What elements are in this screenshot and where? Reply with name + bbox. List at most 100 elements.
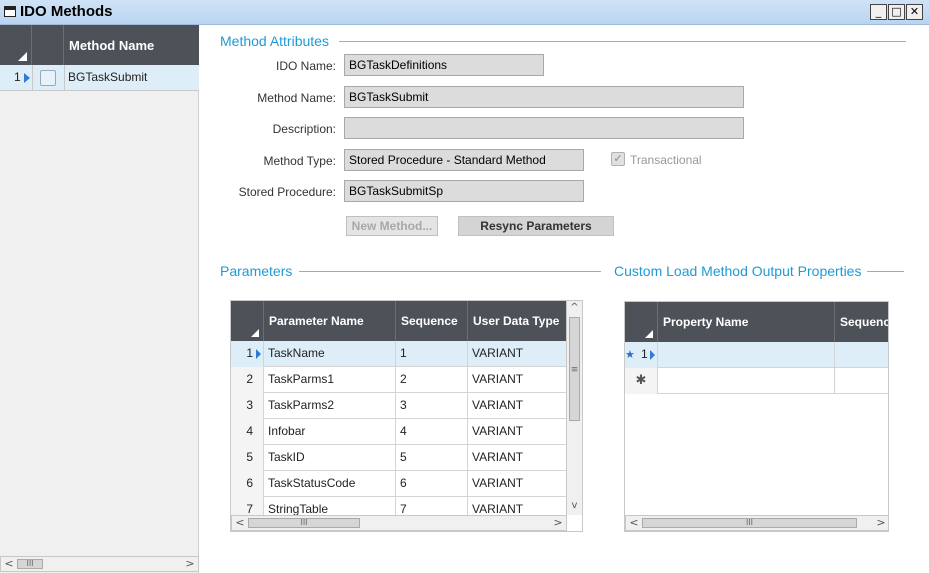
user-data-type-cell[interactable]: VARIANT — [468, 341, 567, 367]
table-row[interactable]: 1 TaskName 1 VARIANT — [231, 341, 567, 367]
current-row-arrow-icon — [650, 350, 655, 360]
method-name-label: Method Name: — [257, 91, 336, 105]
row-number: 2 — [231, 367, 264, 393]
window-icon — [4, 6, 16, 17]
scroll-right-arrow-icon[interactable]: > — [873, 516, 888, 530]
section-divider — [867, 271, 904, 272]
transactional-label: Transactional — [630, 153, 702, 167]
new-record-asterisk-icon: ✱ — [635, 373, 647, 388]
property-name-cell[interactable] — [658, 368, 835, 394]
row-number: 4 — [231, 419, 264, 445]
current-record-star-icon: ★ — [625, 348, 635, 361]
sequence-column-header[interactable]: Sequence — [835, 302, 888, 342]
scroll-up-arrow-icon[interactable]: ^ — [567, 301, 582, 315]
window-title: IDO Methods — [20, 3, 113, 20]
table-row[interactable]: ✱ — [625, 368, 888, 394]
sequence-cell[interactable]: 6 — [396, 471, 468, 497]
parameters-grid-header: Parameter Name Sequence User Data Type — [231, 301, 567, 341]
parameters-horizontal-scrollbar[interactable]: < III > — [231, 515, 567, 531]
scroll-left-arrow-icon[interactable]: < — [232, 516, 248, 530]
user-data-type-cell[interactable]: VARIANT — [468, 367, 567, 393]
transactional-checkbox[interactable]: ✓ — [611, 152, 625, 166]
scroll-right-arrow-icon[interactable]: > — [550, 516, 566, 530]
select-all-corner[interactable] — [625, 302, 658, 342]
method-type-label: Method Type: — [263, 154, 337, 168]
ido-name-label: IDO Name: — [275, 59, 336, 73]
scroll-left-arrow-icon[interactable]: < — [626, 516, 642, 530]
scroll-thumb[interactable]: III — [248, 518, 360, 528]
stored-procedure-field[interactable]: BGTaskSubmitSp — [344, 180, 584, 202]
sequence-cell[interactable]: 5 — [396, 445, 468, 471]
user-data-type-cell[interactable]: VARIANT — [468, 393, 567, 419]
table-row[interactable]: 3 TaskParms2 3 VARIANT — [231, 393, 567, 419]
parameter-name-cell[interactable]: TaskParms2 — [264, 393, 396, 419]
row-number: 6 — [231, 471, 264, 497]
scroll-down-arrow-icon[interactable]: v — [567, 499, 582, 513]
scroll-thumb[interactable]: ≡ — [569, 317, 580, 421]
scroll-right-arrow-icon[interactable]: > — [182, 557, 198, 571]
ido-name-field[interactable]: BGTaskDefinitions — [344, 54, 544, 76]
description-label: Description: — [272, 122, 336, 136]
sequence-cell[interactable]: 2 — [396, 367, 468, 393]
row-number: 1 — [14, 70, 21, 84]
parameters-grid: Parameter Name Sequence User Data Type 1… — [230, 300, 583, 532]
parameter-name-cell[interactable]: Infobar — [264, 419, 396, 445]
select-all-corner[interactable] — [0, 25, 32, 65]
window-controls: _ □ ✕ — [870, 4, 923, 20]
restore-button[interactable]: □ — [888, 4, 905, 20]
checkbox-column-header — [32, 25, 64, 65]
custom-load-horizontal-scrollbar[interactable]: < III > — [625, 515, 888, 531]
property-name-column-header[interactable]: Property Name — [658, 302, 835, 342]
custom-load-grid-header: Property Name Sequence — [625, 302, 888, 342]
sequence-cell[interactable]: 3 — [396, 393, 468, 419]
current-row-arrow-icon — [24, 73, 30, 83]
method-name-cell[interactable]: BGTaskSubmit — [68, 70, 147, 84]
select-all-corner[interactable] — [231, 301, 264, 341]
method-attributes-title: Method Attributes — [220, 33, 329, 49]
scroll-left-arrow-icon[interactable]: < — [1, 557, 17, 571]
row-number: 1 — [641, 347, 648, 361]
parameter-name-cell[interactable]: TaskID — [264, 445, 396, 471]
user-data-type-column-header[interactable]: User Data Type — [468, 301, 567, 341]
methods-horizontal-scrollbar[interactable]: < III > — [0, 556, 199, 572]
row-number: 3 — [231, 393, 264, 419]
method-type-field[interactable]: Stored Procedure - Standard Method — [344, 149, 584, 171]
row-number: 5 — [231, 445, 264, 471]
parameters-vertical-scrollbar[interactable]: ^ ≡ v — [566, 301, 582, 515]
parameter-name-cell[interactable]: TaskParms1 — [264, 367, 396, 393]
parameters-title: Parameters — [220, 263, 293, 279]
sequence-cell[interactable]: 4 — [396, 419, 468, 445]
table-row[interactable]: 4 Infobar 4 VARIANT — [231, 419, 567, 445]
user-data-type-cell[interactable]: VARIANT — [468, 445, 567, 471]
methods-grid-row[interactable]: 1 BGTaskSubmit — [0, 65, 199, 91]
parameter-name-cell[interactable]: TaskStatusCode — [264, 471, 396, 497]
table-row[interactable]: 2 TaskParms1 2 VARIANT — [231, 367, 567, 393]
sequence-cell[interactable]: 1 — [396, 341, 468, 367]
description-field[interactable] — [344, 117, 744, 139]
sequence-column-header[interactable]: Sequence — [396, 301, 468, 341]
method-name-column-header[interactable]: Method Name — [69, 38, 154, 53]
current-row-arrow-icon — [256, 349, 261, 359]
parameter-name-column-header[interactable]: Parameter Name — [264, 301, 396, 341]
row-checkbox[interactable] — [40, 70, 56, 86]
method-name-field[interactable]: BGTaskSubmit — [344, 86, 744, 108]
table-row[interactable]: 5 TaskID 5 VARIANT — [231, 445, 567, 471]
custom-load-title: Custom Load Method Output Properties — [614, 263, 862, 279]
parameter-name-cell[interactable]: TaskName — [264, 341, 396, 367]
sequence-cell[interactable] — [835, 342, 888, 368]
resync-parameters-button[interactable]: Resync Parameters — [458, 216, 614, 236]
scroll-thumb[interactable]: III — [642, 518, 857, 528]
close-button[interactable]: ✕ — [906, 4, 923, 20]
user-data-type-cell[interactable]: VARIANT — [468, 471, 567, 497]
new-method-button[interactable]: New Method... — [346, 216, 438, 236]
minimize-button[interactable]: _ — [870, 4, 887, 20]
stored-procedure-label: Stored Procedure: — [238, 185, 336, 199]
user-data-type-cell[interactable]: VARIANT — [468, 419, 567, 445]
scroll-thumb[interactable]: III — [17, 559, 43, 569]
section-divider — [339, 41, 906, 42]
table-row[interactable]: ★ 1 — [625, 342, 888, 368]
table-row[interactable]: 6 TaskStatusCode 6 VARIANT — [231, 471, 567, 497]
methods-panel: Method Name 1 BGTaskSubmit < III > — [0, 25, 199, 573]
property-name-cell[interactable] — [658, 342, 835, 368]
sequence-cell[interactable] — [835, 368, 888, 394]
